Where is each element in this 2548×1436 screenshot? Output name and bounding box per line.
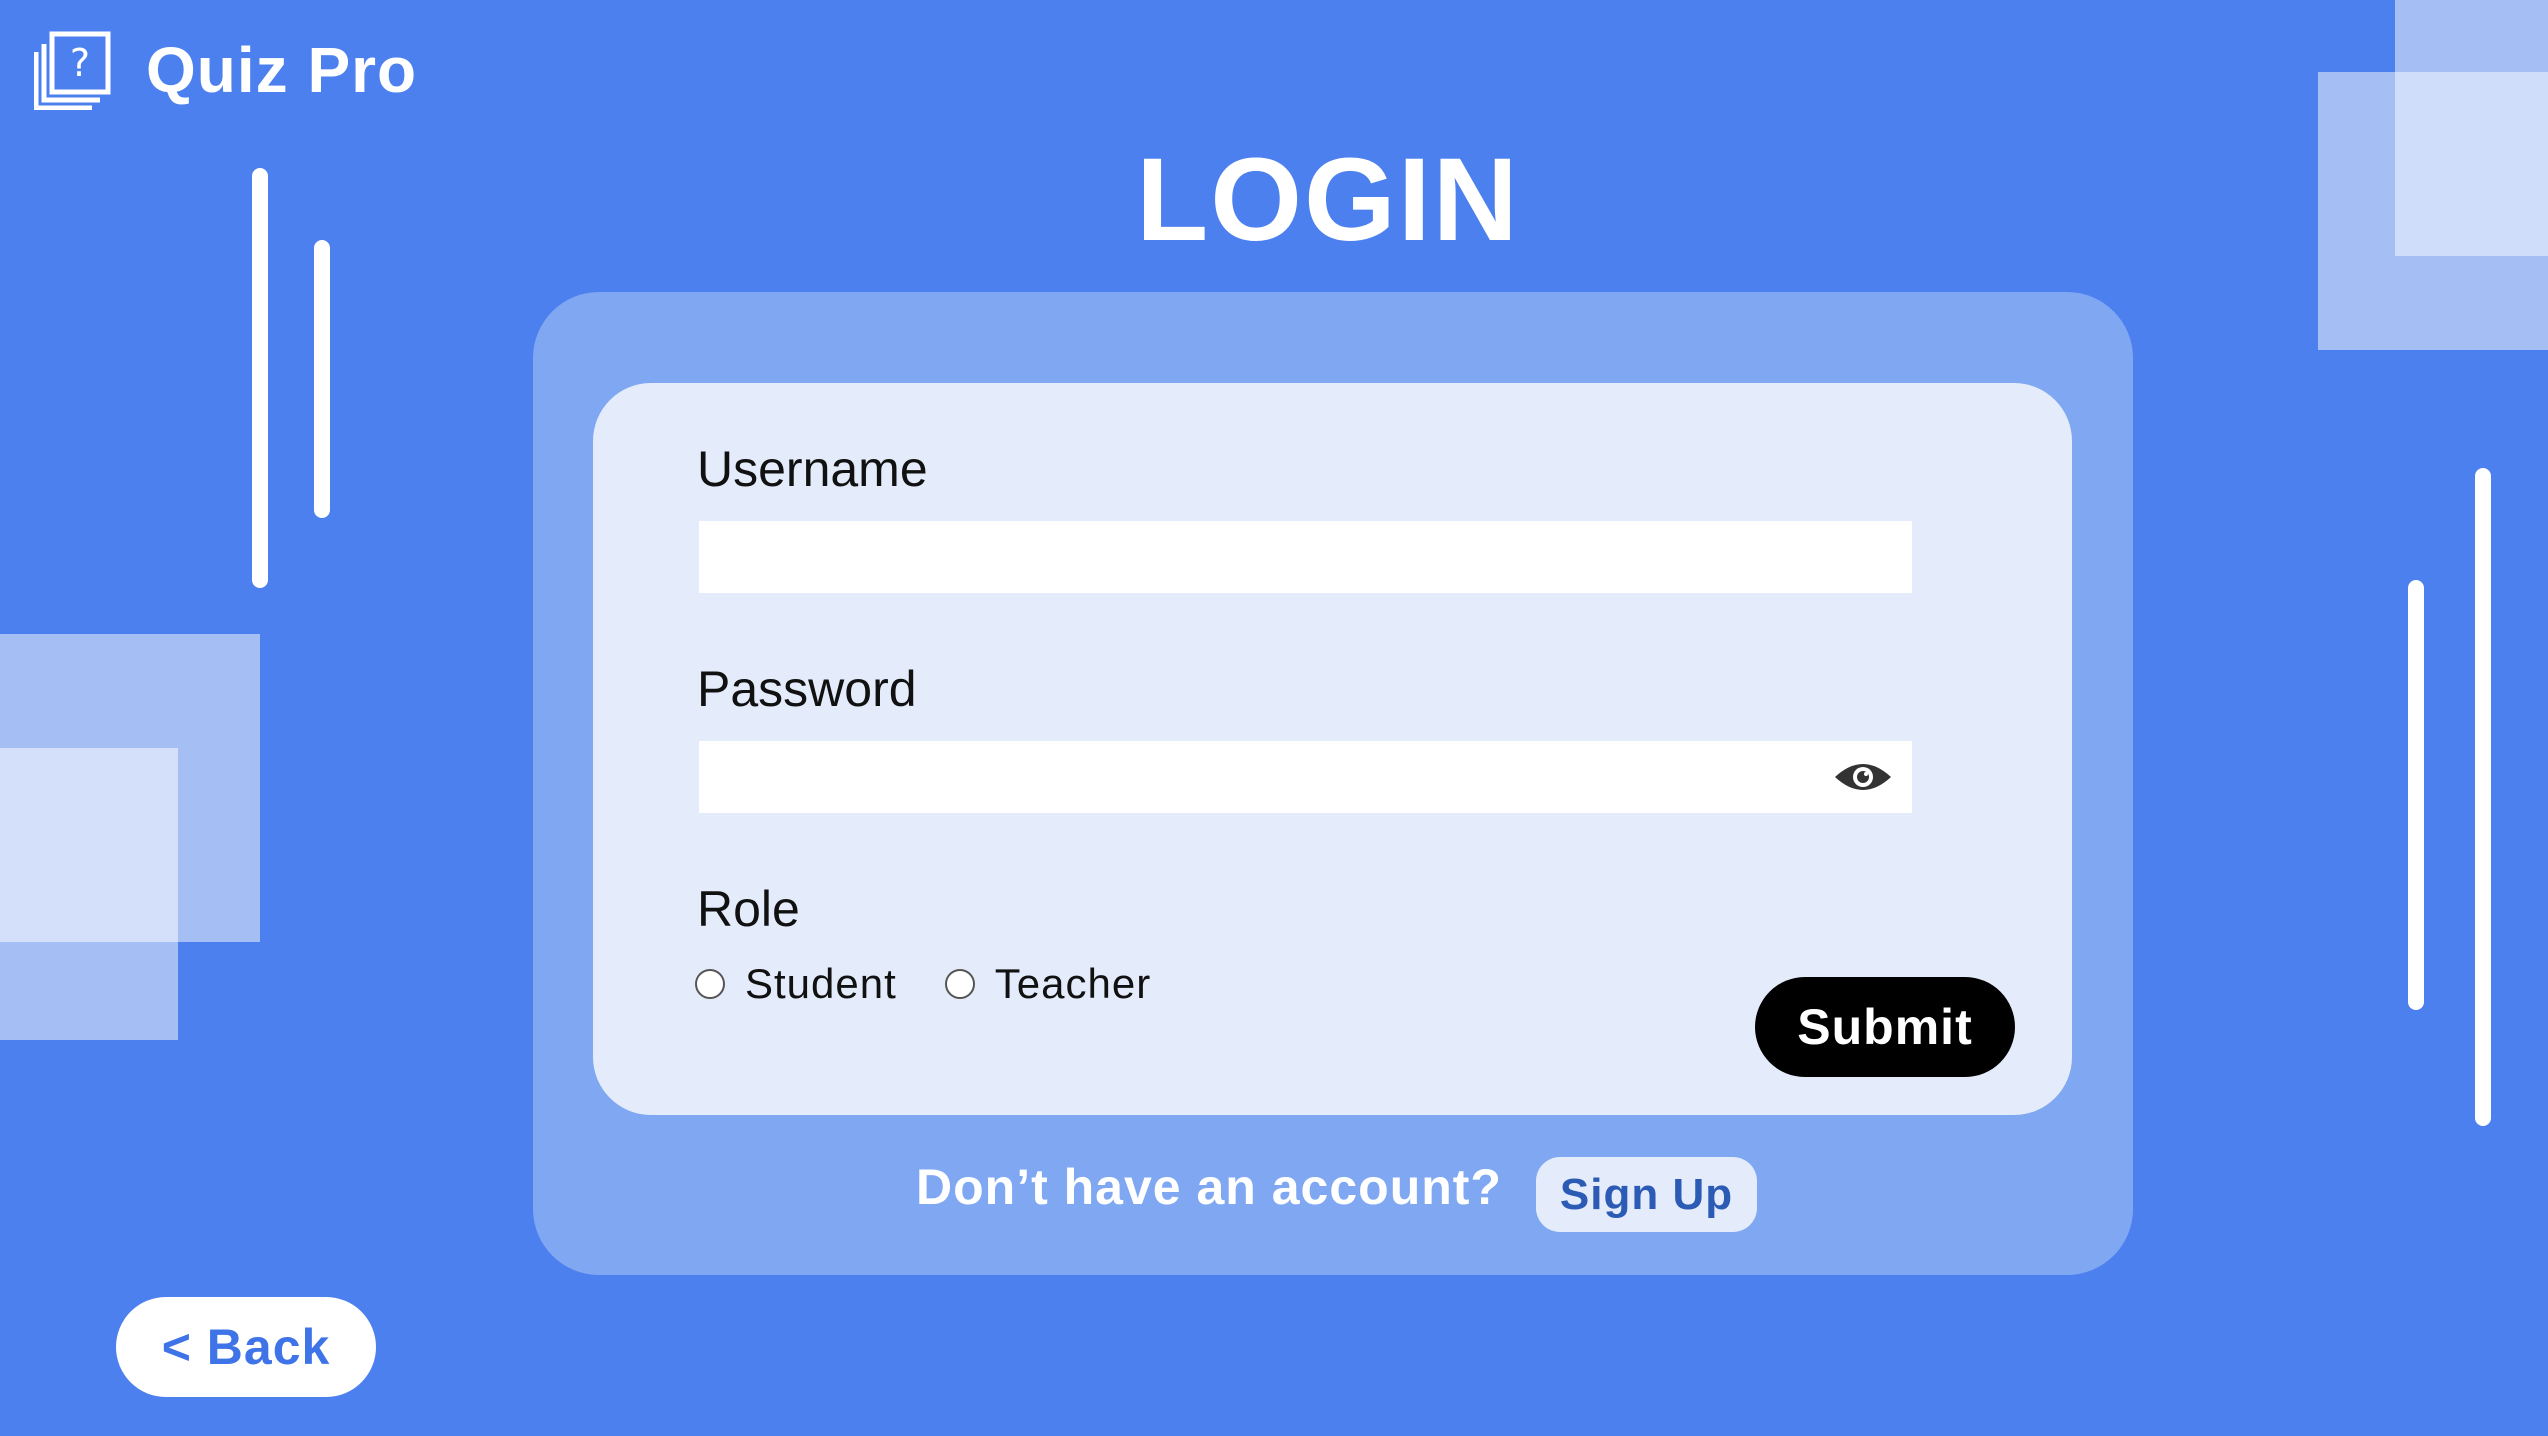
decorative-bar — [2408, 580, 2424, 1010]
question-mark-cards-icon: ? — [34, 31, 111, 110]
decorative-square — [0, 748, 178, 942]
decorative-bar — [2475, 468, 2491, 1126]
role-teacher-label[interactable]: Teacher — [995, 960, 1151, 1008]
back-button[interactable]: < Back — [116, 1297, 376, 1397]
role-student-radio[interactable] — [695, 969, 725, 999]
eye-icon[interactable] — [1833, 757, 1893, 797]
role-label: Role — [697, 881, 800, 937]
page-title: LOGIN — [1136, 134, 1520, 266]
svg-text:?: ? — [70, 41, 90, 85]
app-brand[interactable]: ? Quiz Pro — [34, 30, 417, 110]
username-input[interactable] — [699, 521, 1912, 593]
role-options: Student Teacher — [695, 960, 1199, 1008]
sign-up-button[interactable]: Sign Up — [1536, 1157, 1757, 1232]
password-input[interactable] — [699, 741, 1912, 813]
role-student-label[interactable]: Student — [745, 960, 897, 1008]
role-teacher-radio[interactable] — [944, 969, 975, 999]
decorative-square — [2395, 0, 2548, 72]
username-label: Username — [697, 441, 928, 497]
password-label: Password — [697, 661, 917, 717]
no-account-prompt: Don’t have an account? — [916, 1159, 1502, 1215]
decorative-bar — [314, 240, 330, 518]
submit-button[interactable]: Submit — [1755, 977, 2015, 1077]
app-name: Quiz Pro — [146, 34, 418, 106]
